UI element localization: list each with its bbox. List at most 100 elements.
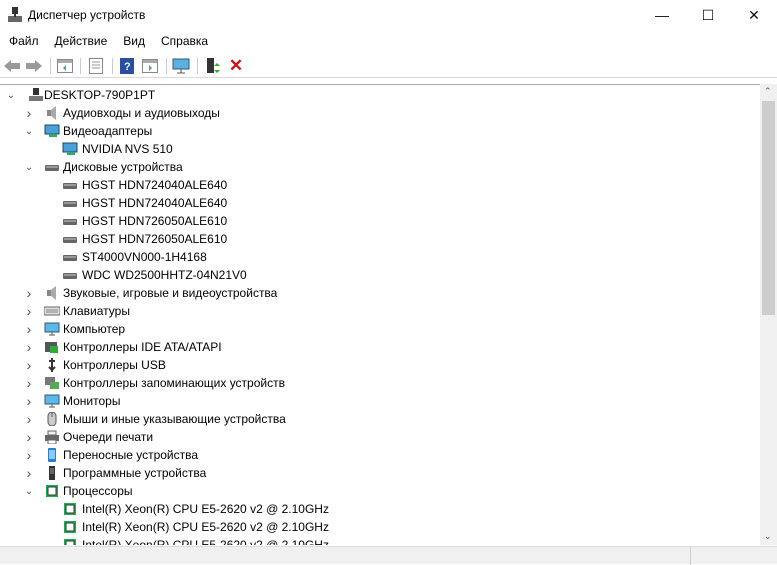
tree-item[interactable]: › Аудиовходы и аудиовыходы <box>0 104 760 122</box>
tree-item[interactable]: Intel(R) Xeon(R) CPU E5-2620 v2 @ 2.10GH… <box>0 518 760 536</box>
processor-icon <box>62 520 78 534</box>
menu-file[interactable]: Файл <box>0 32 46 52</box>
tree-item[interactable]: › Звуковые, игровые и видеоустройства <box>0 284 760 302</box>
menu-action[interactable]: Действие <box>46 32 115 52</box>
display-adapter-icon <box>62 142 78 156</box>
tree-item-label: Контроллеры IDE ATA/ATAPI <box>63 340 222 354</box>
scroll-down-icon[interactable]: ⌄ <box>764 531 772 542</box>
forward-icon[interactable] <box>25 57 43 75</box>
tree-item-label: Мыши и иные указывающие устройства <box>63 412 286 426</box>
tree-item-label: Intel(R) Xeon(R) CPU E5-2620 v2 @ 2.10GH… <box>82 520 329 534</box>
tree-item[interactable]: › Программные устройства <box>0 464 760 482</box>
back-icon[interactable] <box>3 57 21 75</box>
properties-panel-icon[interactable] <box>56 57 74 75</box>
tree-item[interactable]: › Мыши и иные указывающие устройства <box>0 410 760 428</box>
tree-item[interactable]: HGST HDN726050ALE610 <box>0 230 760 248</box>
monitor-icon <box>44 394 60 408</box>
tree-item[interactable]: ⌄ DESKTOP-790P1PT <box>0 86 760 104</box>
processor-icon <box>62 538 78 545</box>
software-device-icon <box>44 466 60 480</box>
tree-item-label: Аудиовходы и аудиовыходы <box>63 106 220 120</box>
tree-item-label: NVIDIA NVS 510 <box>82 142 173 156</box>
expand-arrow-icon[interactable]: › <box>24 303 34 319</box>
device-tree[interactable]: ⌄ DESKTOP-790P1PT › Аудиовходы и аудиовыход… <box>0 84 760 545</box>
tree-item-label: WDC WD2500HHTZ-04N21V0 <box>82 268 247 282</box>
collapse-arrow-icon[interactable]: ⌄ <box>24 126 34 137</box>
minimize-button[interactable]: — <box>639 0 685 30</box>
usb-icon <box>44 358 60 372</box>
tree-item[interactable]: Intel(R) Xeon(R) CPU E5-2620 v2 @ 2.10GH… <box>0 500 760 518</box>
toolbar: ? ✕ <box>0 54 777 78</box>
expand-arrow-icon[interactable]: › <box>24 357 34 373</box>
disk-icon <box>62 178 78 192</box>
expand-arrow-icon[interactable]: › <box>24 105 34 121</box>
menu-help[interactable]: Справка <box>152 32 215 52</box>
view-panel-icon[interactable] <box>141 57 159 75</box>
tree-item[interactable]: Intel(R) Xeon(R) CPU E5-2620 v2 @ 2.10GH… <box>0 536 760 545</box>
expand-arrow-icon[interactable]: › <box>24 447 34 463</box>
tree-item[interactable]: › Клавиатуры <box>0 302 760 320</box>
collapse-arrow-icon[interactable]: ⌄ <box>24 162 34 173</box>
controller-icon <box>44 340 60 354</box>
uninstall-icon[interactable]: ✕ <box>227 56 245 75</box>
menu-view[interactable]: Вид <box>114 32 152 52</box>
collapse-arrow-icon[interactable]: ⌄ <box>24 486 34 497</box>
expand-arrow-icon[interactable]: › <box>24 375 34 391</box>
tree-item[interactable]: WDC WD2500HHTZ-04N21V0 <box>0 266 760 284</box>
tree-item-label: HGST HDN726050ALE610 <box>82 214 228 228</box>
expand-arrow-icon[interactable]: › <box>24 465 34 481</box>
display-adapter-icon <box>44 124 60 138</box>
title-bar: Диспетчер устройств — ☐ ✕ <box>0 0 777 30</box>
processor-icon <box>62 502 78 516</box>
tree-item[interactable]: ⌄ Видеоадаптеры <box>0 122 760 140</box>
expand-arrow-icon[interactable]: › <box>24 411 34 427</box>
tree-item[interactable]: NVIDIA NVS 510 <box>0 140 760 158</box>
disk-icon <box>62 268 78 282</box>
tree-item-label: Видеоадаптеры <box>63 124 153 138</box>
scroll-thumb[interactable] <box>762 101 775 315</box>
scan-hardware-icon[interactable] <box>172 57 190 75</box>
storage-controller-icon <box>44 376 60 390</box>
expand-arrow-icon[interactable]: › <box>24 321 34 337</box>
tree-item-label: Контроллеры запоминающих устройств <box>63 376 285 390</box>
help-icon[interactable]: ? <box>118 57 136 75</box>
disk-icon <box>44 160 60 174</box>
disk-icon <box>62 232 78 246</box>
speaker-icon <box>44 106 60 120</box>
tree-item[interactable]: › Контроллеры запоминающих устройств <box>0 374 760 392</box>
menu-bar: Файл Действие Вид Справка <box>0 32 215 52</box>
scroll-up-icon[interactable]: ⌃ <box>764 86 772 97</box>
tree-item[interactable]: ST4000VN000-1H4168 <box>0 248 760 266</box>
tree-item[interactable]: › Контроллеры IDE ATA/ATAPI <box>0 338 760 356</box>
expand-arrow-icon[interactable]: › <box>24 429 34 445</box>
maximize-button[interactable]: ☐ <box>685 0 731 30</box>
tree-item[interactable]: › Очереди печати <box>0 428 760 446</box>
tree-item[interactable]: › Компьютер <box>0 320 760 338</box>
tree-item[interactable]: ⌄ Процессоры <box>0 482 760 500</box>
tree-item[interactable]: › Контроллеры USB <box>0 356 760 374</box>
vertical-scrollbar[interactable]: ⌃ ⌄ <box>760 84 777 545</box>
tree-item[interactable]: ⌄ Дисковые устройства <box>0 158 760 176</box>
tree-item-label: Дисковые устройства <box>63 160 183 174</box>
tree-item-label: Intel(R) Xeon(R) CPU E5-2620 v2 @ 2.10GH… <box>82 502 329 516</box>
close-button[interactable]: ✕ <box>731 0 777 30</box>
tree-item[interactable]: › Мониторы <box>0 392 760 410</box>
expand-arrow-icon[interactable]: › <box>24 393 34 409</box>
tree-item-label: Компьютер <box>63 322 126 336</box>
tree-item[interactable]: › Переносные устройства <box>0 446 760 464</box>
tree-item[interactable]: HGST HDN724040ALE640 <box>0 176 760 194</box>
update-driver-icon[interactable] <box>204 57 222 75</box>
tree-item-label: Процессоры <box>63 484 133 498</box>
disk-icon <box>62 250 78 264</box>
expand-arrow-icon[interactable]: › <box>24 339 34 355</box>
tree-item-label: ST4000VN000-1H4168 <box>82 250 207 264</box>
collapse-arrow-icon[interactable]: ⌄ <box>6 90 16 101</box>
window-title: Диспетчер устройств <box>28 8 146 22</box>
printer-icon <box>44 430 60 445</box>
details-icon[interactable] <box>87 57 105 75</box>
expand-arrow-icon[interactable]: › <box>24 285 34 301</box>
tree-item[interactable]: HGST HDN726050ALE610 <box>0 212 760 230</box>
portable-device-icon <box>44 448 60 462</box>
tree-item[interactable]: HGST HDN724040ALE640 <box>0 194 760 212</box>
disk-icon <box>62 196 78 210</box>
